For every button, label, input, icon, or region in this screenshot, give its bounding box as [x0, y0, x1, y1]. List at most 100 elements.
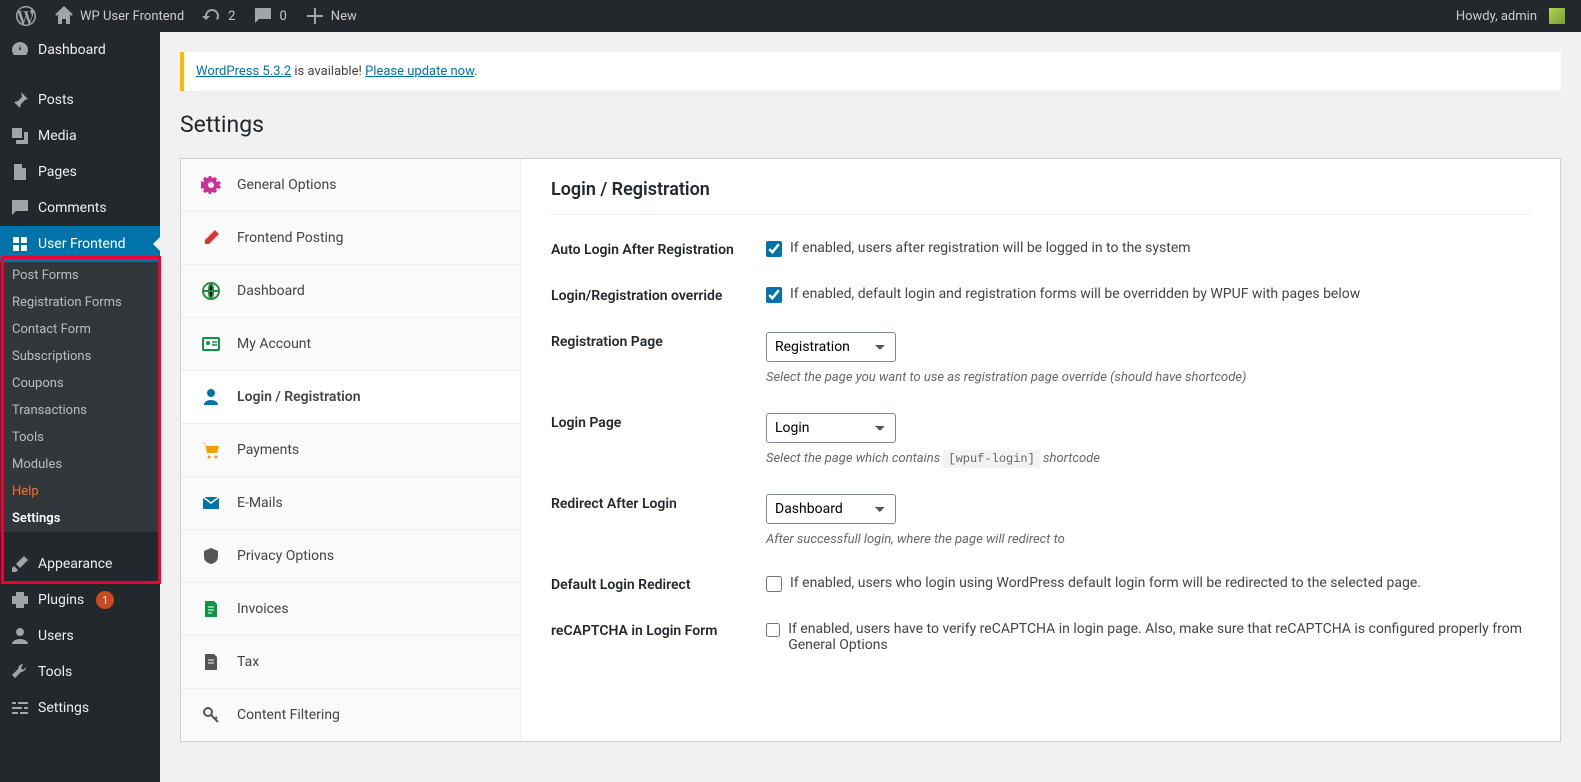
tab-login-registration[interactable]: Login / Registration	[181, 371, 520, 424]
row-auto-login: Auto Login After Registration If enabled…	[551, 240, 1530, 258]
main-content: WordPress 5.3.2 is available! Please upd…	[160, 32, 1581, 782]
invoice-icon	[201, 599, 221, 619]
tab-invoices-label: Invoices	[237, 601, 289, 617]
select-redirect-after[interactable]: Dashboard	[766, 494, 896, 524]
menu-comments[interactable]: Comments	[0, 190, 160, 226]
checkbox-default-redirect[interactable]	[766, 576, 782, 592]
select-reg-page[interactable]: Registration	[766, 332, 896, 362]
sliders-icon	[10, 698, 30, 718]
plus-icon	[305, 6, 325, 26]
settings-panel: Login / Registration Auto Login After Re…	[521, 159, 1560, 741]
wp-logo[interactable]	[8, 0, 44, 32]
tab-dashboard-label: Dashboard	[237, 283, 305, 299]
tab-emails[interactable]: E-Mails	[181, 477, 520, 530]
sub-contact-form[interactable]: Contact Form	[0, 316, 160, 343]
comment-icon	[253, 6, 273, 26]
globe-icon	[201, 281, 221, 301]
update-icon	[202, 6, 222, 26]
menu-tools-label: Tools	[38, 664, 72, 680]
menu-dashboard[interactable]: Dashboard	[0, 32, 160, 68]
avatar	[1549, 8, 1565, 24]
row-override: Login/Registration override If enabled, …	[551, 286, 1530, 304]
sub-settings[interactable]: Settings	[0, 505, 160, 532]
menu-media-label: Media	[38, 128, 77, 144]
site-name[interactable]: WP User Frontend	[46, 0, 192, 32]
home-icon	[54, 6, 74, 26]
label-reg-page: Registration Page	[551, 332, 766, 350]
sub-help[interactable]: Help	[0, 478, 160, 505]
sub-coupons[interactable]: Coupons	[0, 370, 160, 397]
label-default-redirect: Default Login Redirect	[551, 575, 766, 593]
key-icon	[201, 705, 221, 725]
menu-user-frontend[interactable]: User Frontend	[0, 226, 160, 262]
admin-sidebar: Dashboard Posts Media Pages Comments Use…	[0, 32, 160, 782]
new-content[interactable]: New	[297, 0, 365, 32]
document-icon	[201, 652, 221, 672]
tab-privacy-label: Privacy Options	[237, 548, 334, 564]
brush-icon	[10, 554, 30, 574]
mail-icon	[201, 493, 221, 513]
menu-appearance-label: Appearance	[38, 556, 112, 572]
menu-settings[interactable]: Settings	[0, 690, 160, 726]
tab-invoices[interactable]: Invoices	[181, 583, 520, 636]
tab-content-filtering-label: Content Filtering	[237, 707, 340, 723]
menu-users[interactable]: Users	[0, 618, 160, 654]
comments[interactable]: 0	[245, 0, 294, 32]
menu-settings-label: Settings	[38, 700, 89, 716]
shortcode-code: [wpuf-login]	[943, 450, 1039, 468]
sub-post-forms[interactable]: Post Forms	[0, 262, 160, 289]
tab-emails-label: E-Mails	[237, 495, 283, 511]
menu-users-label: Users	[38, 628, 74, 644]
row-default-redirect: Default Login Redirect If enabled, users…	[551, 575, 1530, 593]
sub-transactions[interactable]: Transactions	[0, 397, 160, 424]
tab-general-options[interactable]: General Options	[181, 159, 520, 212]
menu-posts[interactable]: Posts	[0, 82, 160, 118]
plugin-icon	[10, 590, 30, 610]
sub-registration-forms[interactable]: Registration Forms	[0, 289, 160, 316]
adminbar-right: Howdy, admin	[1448, 0, 1573, 32]
label-recaptcha: reCAPTCHA in Login Form	[551, 621, 766, 639]
tab-frontend-posting[interactable]: Frontend Posting	[181, 212, 520, 265]
gear-icon	[201, 175, 221, 195]
submenu-user-frontend: Post Forms Registration Forms Contact Fo…	[0, 262, 160, 532]
sub-tools[interactable]: Tools	[0, 424, 160, 451]
tab-my-account-label: My Account	[237, 336, 311, 352]
my-account[interactable]: Howdy, admin	[1448, 0, 1573, 32]
updates[interactable]: 2	[194, 0, 243, 32]
wpuf-icon	[10, 234, 30, 254]
desc-reg-page: Select the page you want to use as regis…	[766, 370, 1530, 385]
wp-version-link[interactable]: WordPress 5.3.2	[196, 64, 291, 79]
plugins-badge: 1	[96, 591, 114, 609]
sub-modules[interactable]: Modules	[0, 451, 160, 478]
menu-uf-label: User Frontend	[38, 236, 125, 252]
menu-media[interactable]: Media	[0, 118, 160, 154]
users-icon	[10, 626, 30, 646]
label-auto-login: Auto Login After Registration	[551, 240, 766, 258]
page-icon	[10, 162, 30, 182]
update-now-link[interactable]: Please update now	[365, 64, 474, 79]
comments-count: 0	[279, 9, 286, 24]
checkbox-override[interactable]	[766, 287, 782, 303]
tab-content-filtering[interactable]: Content Filtering	[181, 689, 520, 741]
pin-icon	[10, 90, 30, 110]
menu-pages[interactable]: Pages	[0, 154, 160, 190]
select-login-page[interactable]: Login	[766, 413, 896, 443]
label-redirect-after: Redirect After Login	[551, 494, 766, 512]
row-reg-page: Registration Page Registration Select th…	[551, 332, 1530, 385]
settings-container: General Options Frontend Posting Dashboa…	[180, 158, 1561, 742]
sub-subscriptions[interactable]: Subscriptions	[0, 343, 160, 370]
tab-my-account[interactable]: My Account	[181, 318, 520, 371]
menu-appearance[interactable]: Appearance	[0, 546, 160, 582]
settings-tabs: General Options Frontend Posting Dashboa…	[181, 159, 521, 741]
tab-tax[interactable]: Tax	[181, 636, 520, 689]
user-icon	[201, 387, 221, 407]
howdy-text: Howdy, admin	[1456, 9, 1537, 24]
tab-privacy[interactable]: Privacy Options	[181, 530, 520, 583]
menu-plugins[interactable]: Plugins 1	[0, 582, 160, 618]
menu-dashboard-label: Dashboard	[38, 42, 106, 58]
tab-dashboard[interactable]: Dashboard	[181, 265, 520, 318]
tab-payments[interactable]: Payments	[181, 424, 520, 477]
checkbox-recaptcha[interactable]	[766, 622, 780, 638]
checkbox-auto-login[interactable]	[766, 241, 782, 257]
menu-tools[interactable]: Tools	[0, 654, 160, 690]
